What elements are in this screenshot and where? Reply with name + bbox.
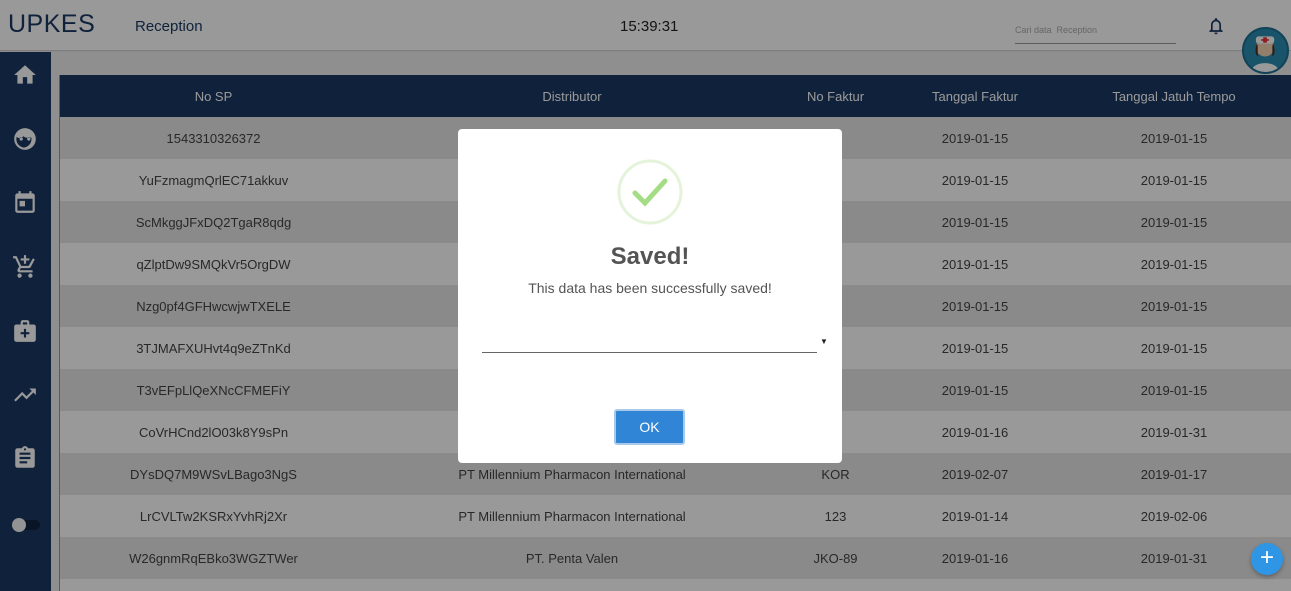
add-button[interactable]: + [1251, 543, 1283, 575]
ok-button[interactable]: OK [614, 409, 685, 445]
dialog-select[interactable] [482, 329, 817, 353]
success-dialog: Saved! This data has been successfully s… [458, 129, 842, 463]
dropdown-arrow-icon[interactable]: ▼ [820, 337, 828, 346]
checkmark-icon [617, 159, 683, 225]
dialog-title: Saved! [610, 243, 690, 270]
dialog-message: This data has been successfully saved! [528, 280, 772, 296]
